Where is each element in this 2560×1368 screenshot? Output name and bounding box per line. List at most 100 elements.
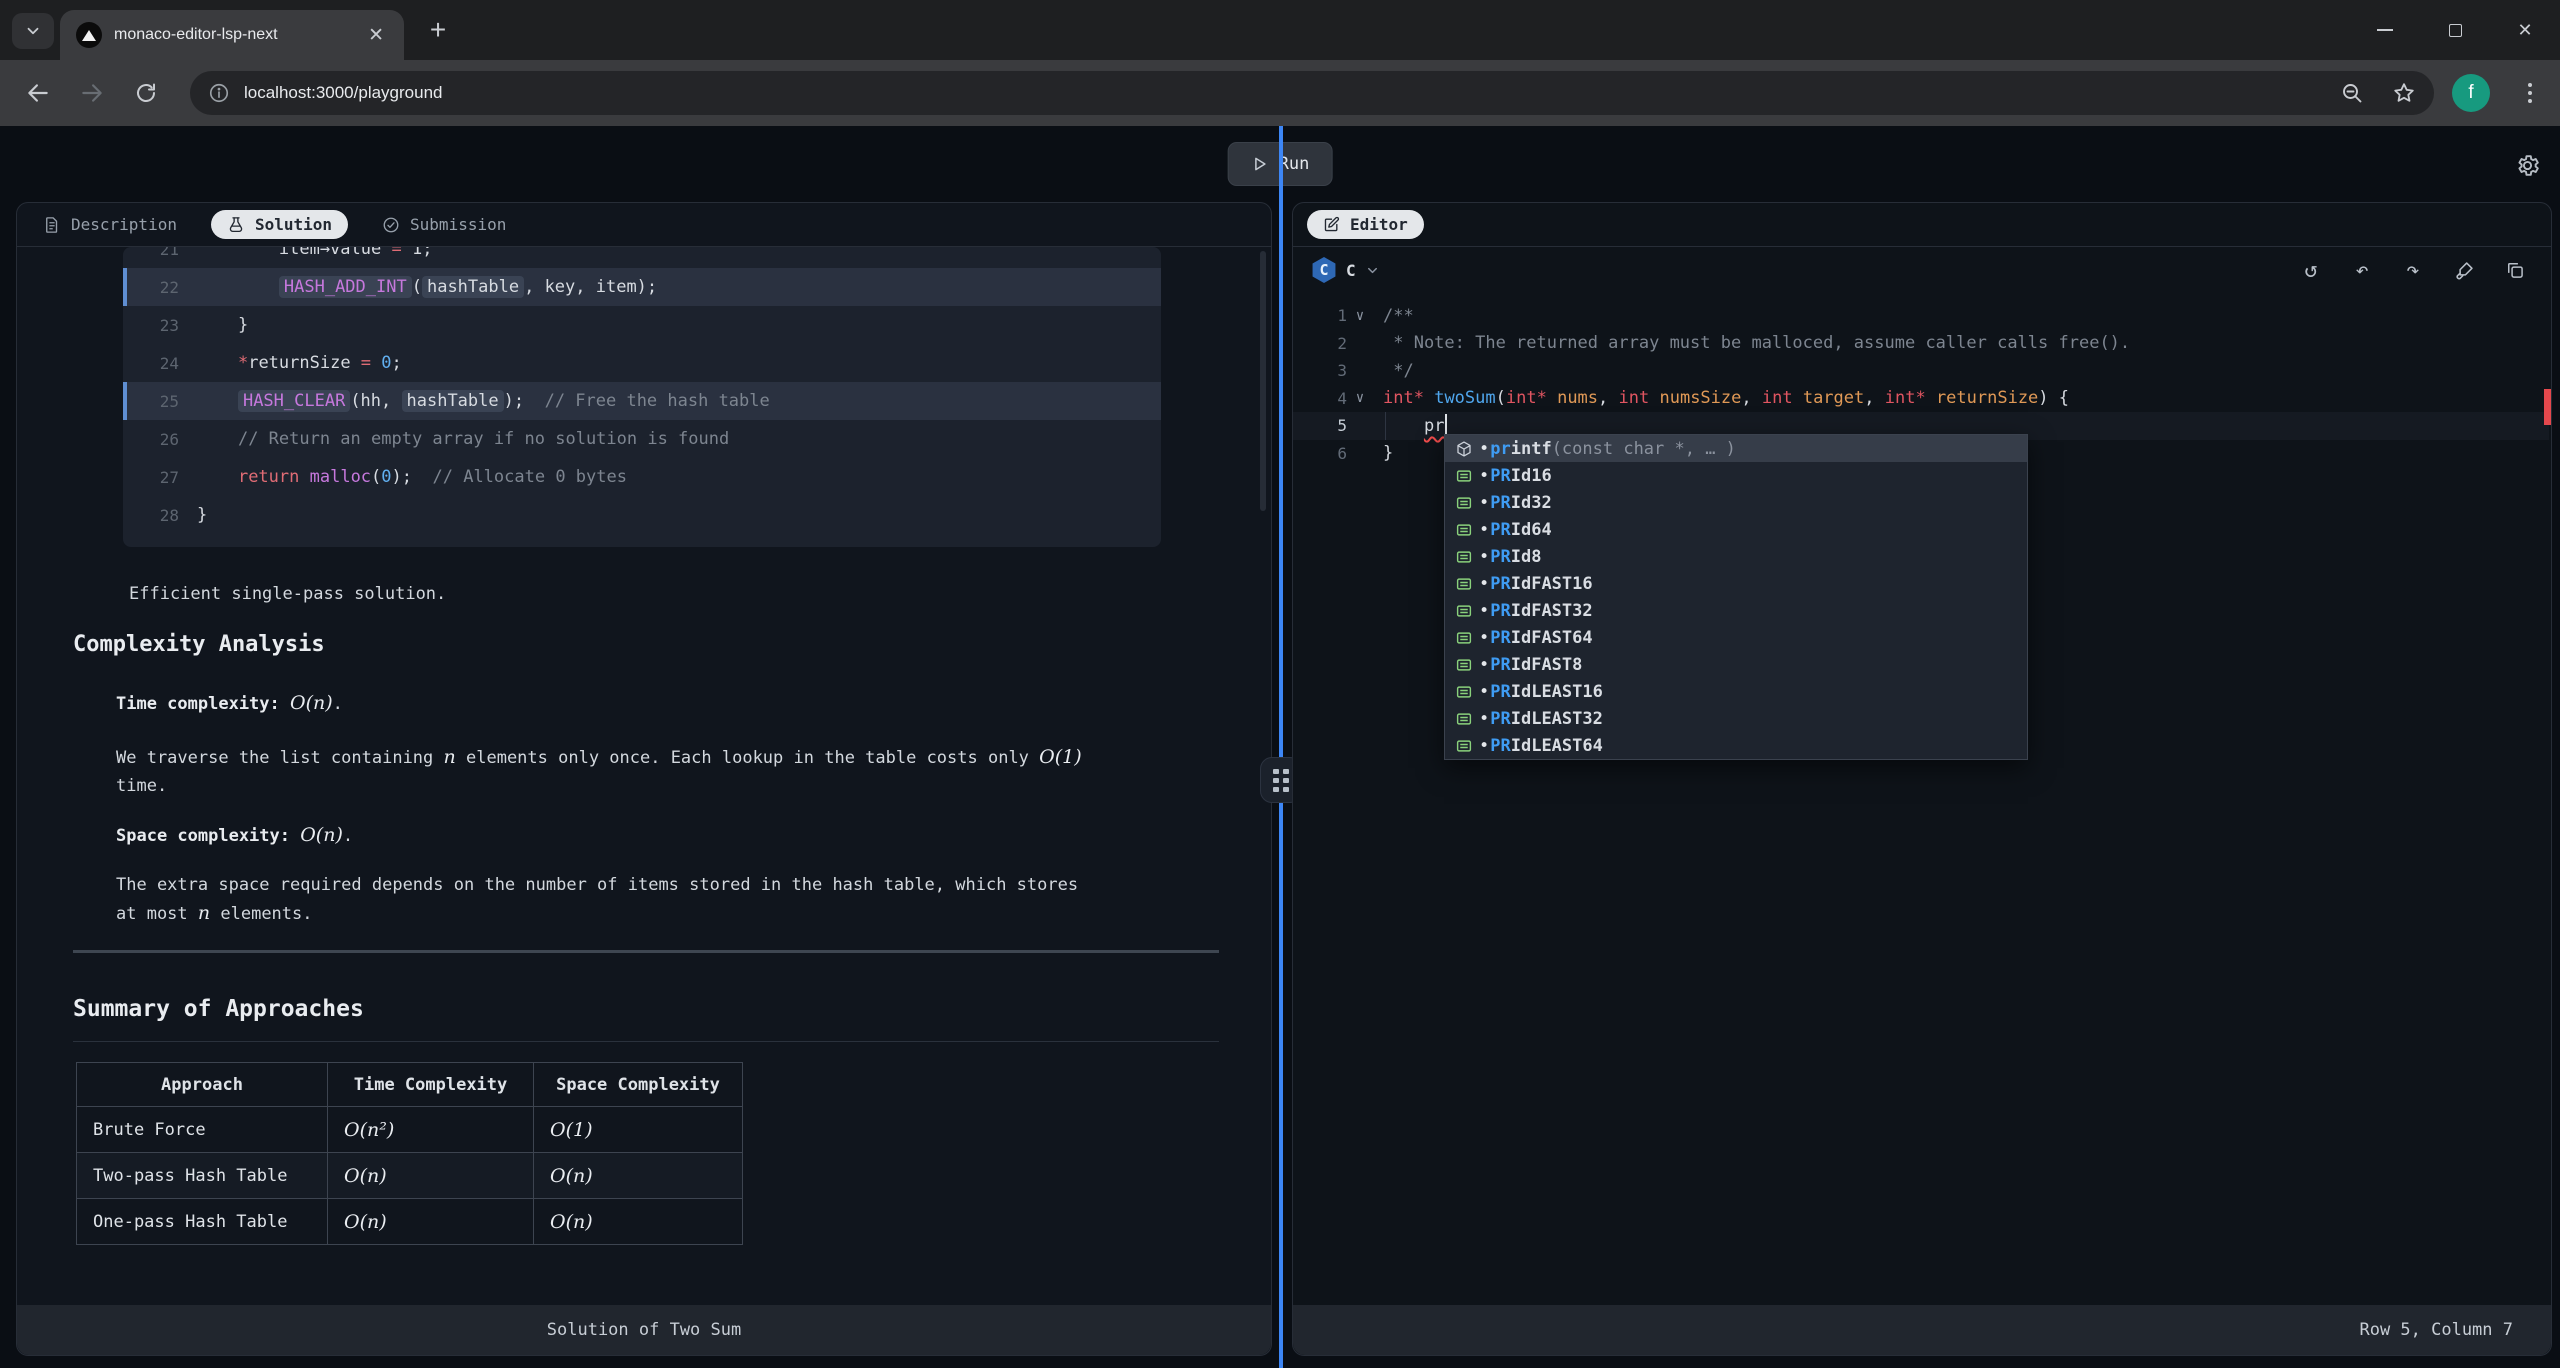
code-line: 27 return malloc(0); // Allocate 0 bytes (123, 458, 1161, 496)
code-line: 22 HASH_ADD_INT(hashTable, key, item); (123, 268, 1161, 306)
tab-editor-label: Editor (1350, 215, 1408, 234)
copy-icon (2505, 260, 2525, 280)
field-icon (1453, 573, 1475, 595)
suggest-item[interactable]: •PRIdLEAST64 (1445, 732, 2027, 759)
nextjs-favicon-icon (76, 22, 102, 48)
tab-solution[interactable]: Solution (211, 210, 348, 239)
url-text[interactable]: localhost:3000/playground (244, 83, 2326, 103)
code-line: 28} (123, 496, 1161, 534)
redo-button[interactable]: ↷ (2401, 258, 2425, 282)
table-header-cell: Time Complexity (328, 1063, 534, 1107)
reset-code-button[interactable]: ↺ (2299, 258, 2323, 282)
tab-search-button[interactable] (12, 13, 54, 49)
suggest-item[interactable]: •PRId8 (1445, 543, 2027, 570)
editor-line[interactable]: 1∨/** (1293, 302, 2549, 330)
table-cell: O(n) (328, 1153, 534, 1199)
window-close-button[interactable]: ✕ (2490, 0, 2560, 60)
editor-line[interactable]: 2 * Note: The returned array must be mal… (1293, 330, 2549, 358)
suggest-item[interactable]: •PRId32 (1445, 489, 2027, 516)
window-maximize-button[interactable] (2420, 0, 2490, 60)
play-icon (1251, 155, 1269, 173)
site-info-icon[interactable] (208, 82, 230, 104)
grip-dots-icon (1273, 769, 1289, 792)
tab-description[interactable]: Description (43, 215, 177, 234)
solution-code-block: 21 item→value = 1;22 HASH_ADD_INT(hashTa… (123, 247, 1161, 547)
format-code-button[interactable] (2452, 258, 2476, 282)
flask-icon (227, 216, 245, 234)
table-cell: O(n) (534, 1199, 743, 1245)
c-language-icon: C (1311, 257, 1337, 283)
editor-line[interactable]: 4∨int* twoSum(int* nums, int numsSize, i… (1293, 385, 2549, 413)
edit-pencil-icon (1323, 216, 1340, 233)
space-complexity-detail: The extra space required depends on the … (116, 871, 1246, 928)
time-complexity-detail: We traverse the list containing n elemen… (116, 743, 1246, 800)
table-header-cell: Space Complexity (534, 1063, 743, 1107)
code-line: 24 *returnSize = 0; (123, 344, 1161, 382)
left-panel-tabs: Description Solution Submission (17, 203, 1271, 247)
copy-code-button[interactable] (2503, 258, 2527, 282)
field-icon (1453, 681, 1475, 703)
field-icon (1453, 735, 1475, 757)
suggest-item[interactable]: •PRId64 (1445, 516, 2027, 543)
browser-tab-strip: monaco-editor-lsp-next ✕ + ✕ (0, 0, 2560, 60)
undo-button[interactable]: ↶ (2350, 258, 2374, 282)
space-complexity-paragraph: Space complexity: O(n). (116, 821, 353, 850)
document-icon (43, 216, 61, 234)
field-icon (1453, 492, 1475, 514)
suggest-item[interactable]: •PRId16 (1445, 462, 2027, 489)
solution-panel: Description Solution Submission 21 item→… (16, 202, 1272, 1356)
fold-chevron-icon[interactable]: ∨ (1347, 390, 1373, 406)
reload-button[interactable] (130, 77, 162, 109)
browser-tab[interactable]: monaco-editor-lsp-next ✕ (60, 10, 404, 60)
field-icon (1453, 546, 1475, 568)
error-overview-mark (2544, 389, 2551, 425)
suggest-item[interactable]: •PRIdFAST8 (1445, 651, 2027, 678)
profile-avatar[interactable]: f (2452, 74, 2490, 112)
settings-gear-icon[interactable] (2510, 148, 2544, 182)
code-line: 26 // Return an empty array if no soluti… (123, 420, 1161, 458)
editor-toolbar: C C ↺ ↶ ↷ (1293, 247, 2551, 293)
suggest-item[interactable]: •PRIdFAST16 (1445, 570, 2027, 597)
editor-line[interactable]: 3 */ (1293, 357, 2549, 385)
back-button[interactable] (22, 77, 54, 109)
zoom-out-icon[interactable] (2340, 81, 2364, 105)
editor-panel: Editor C C ↺ ↶ ↷ 1∨/**2 * Note: The r (1292, 202, 2552, 1356)
tab-submission[interactable]: Submission (382, 215, 506, 234)
tab-editor[interactable]: Editor (1307, 210, 1424, 239)
forward-button[interactable] (76, 77, 108, 109)
heading-underline (73, 1041, 1219, 1042)
table-cell: Brute Force (77, 1107, 328, 1153)
address-bar[interactable]: localhost:3000/playground (190, 71, 2434, 115)
panel-resizer[interactable] (1279, 126, 1283, 1368)
window-minimize-button[interactable] (2350, 0, 2420, 60)
table-header-cell: Approach (77, 1063, 328, 1107)
left-panel-scrollbar[interactable] (1260, 251, 1266, 511)
suggest-item[interactable]: •PRIdFAST32 (1445, 597, 2027, 624)
browser-menu-button[interactable] (2518, 75, 2542, 111)
table-cell: O(n²) (328, 1107, 534, 1153)
table-row: Brute ForceO(n²)O(1) (77, 1107, 743, 1153)
format-brush-icon (2454, 260, 2475, 281)
field-icon (1453, 627, 1475, 649)
suggest-item[interactable]: •PRIdFAST64 (1445, 624, 2027, 651)
new-tab-button[interactable]: + (420, 14, 456, 48)
suggest-item[interactable]: •printf(const char *, … ) (1445, 435, 2027, 462)
field-icon (1453, 708, 1475, 730)
table-row: One-pass Hash TableO(n)O(n) (77, 1199, 743, 1245)
editor-statusbar: Row 5, Column 7 (1293, 1305, 2551, 1355)
table-row: Two-pass Hash TableO(n)O(n) (77, 1153, 743, 1199)
suggest-item[interactable]: •PRIdLEAST16 (1445, 678, 2027, 705)
browser-toolbar: localhost:3000/playground f (0, 60, 2560, 126)
fold-chevron-icon[interactable]: ∨ (1347, 308, 1373, 324)
field-icon (1453, 519, 1475, 541)
bookmark-star-icon[interactable] (2392, 81, 2416, 105)
summary-heading: Summary of Approaches (73, 995, 364, 1023)
tab-title: monaco-editor-lsp-next (114, 26, 352, 44)
chevron-down-icon (24, 22, 42, 40)
language-selector[interactable]: C C (1311, 257, 1380, 283)
tab-close-icon[interactable]: ✕ (364, 24, 388, 47)
field-icon (1453, 654, 1475, 676)
approaches-table: ApproachTime ComplexitySpace ComplexityB… (76, 1062, 743, 1245)
complexity-heading: Complexity Analysis (73, 631, 325, 659)
suggest-item[interactable]: •PRIdLEAST32 (1445, 705, 2027, 732)
